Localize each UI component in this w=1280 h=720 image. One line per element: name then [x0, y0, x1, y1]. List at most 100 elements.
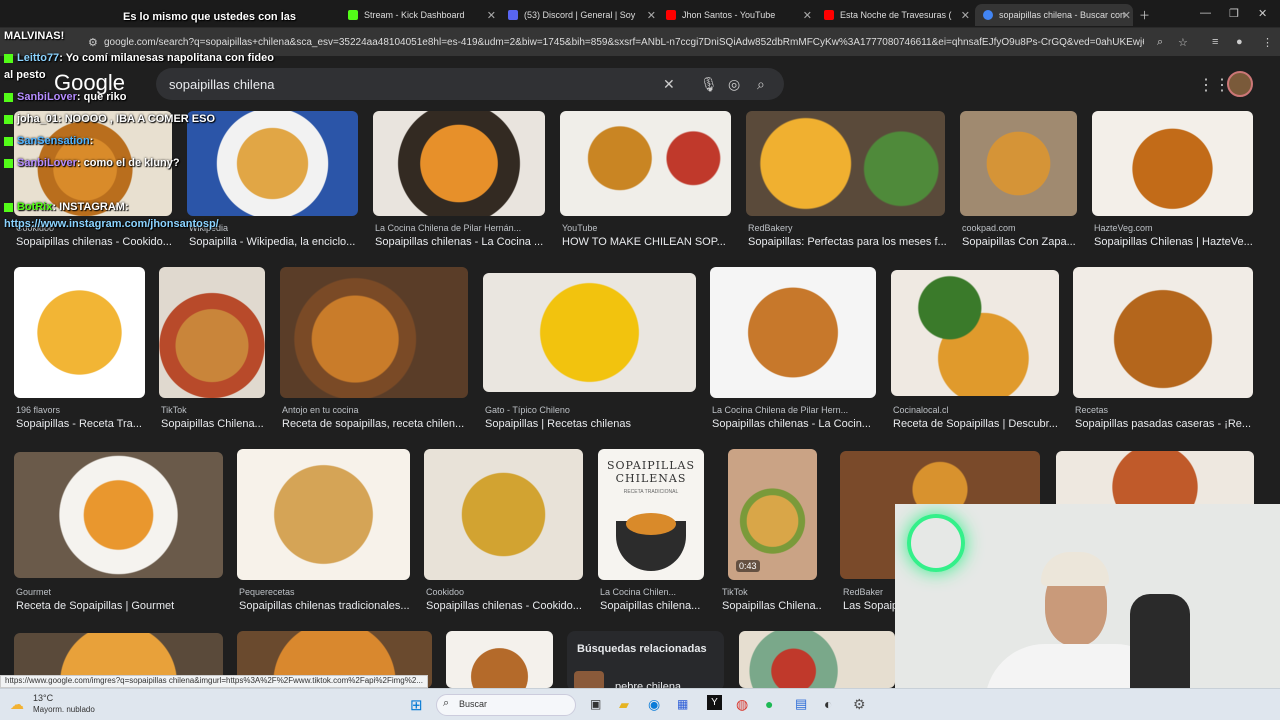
- result-image[interactable]: [280, 267, 468, 398]
- maximize-button[interactable]: ❐: [1229, 7, 1239, 20]
- profile-icon[interactable]: ●: [1236, 36, 1243, 48]
- tab-google-search[interactable]: sopaipillas chilena - Buscar con ✕: [975, 4, 1133, 26]
- result-source[interactable]: HazteVeg.com: [1094, 223, 1252, 233]
- result-source[interactable]: Cocinalocal.cl: [893, 405, 1059, 415]
- result-image[interactable]: [373, 111, 545, 216]
- result-title[interactable]: Sopaipillas chilenas - Cookido...: [16, 236, 176, 248]
- result-source[interactable]: Gourmet: [16, 587, 221, 597]
- result-image[interactable]: [1056, 451, 1254, 511]
- close-icon[interactable]: ✕: [1122, 9, 1131, 22]
- result-image[interactable]: [187, 111, 358, 216]
- result-source[interactable]: Antojo en tu cocina: [282, 405, 468, 415]
- weather-temp[interactable]: 13°C: [33, 693, 53, 703]
- result-title[interactable]: Sopaipillas Chilena...: [161, 418, 267, 430]
- search-input[interactable]: sopaipillas chilena: [169, 77, 275, 92]
- site-info-icon[interactable]: ⚙: [88, 36, 98, 49]
- result-image[interactable]: [14, 452, 223, 578]
- store-icon[interactable]: ▦: [677, 697, 688, 711]
- extensions-icon[interactable]: ≡: [1212, 36, 1218, 48]
- result-source[interactable]: La Cocina Chilena de Pilar Hernán...: [375, 223, 543, 233]
- result-title[interactable]: Sopaipillas | Recetas chilenas: [485, 418, 696, 430]
- result-source[interactable]: Pequerecetas: [239, 587, 409, 597]
- result-image[interactable]: [710, 267, 876, 398]
- new-tab-button[interactable]: ＋: [1139, 7, 1150, 23]
- result-image[interactable]: [1092, 111, 1253, 216]
- result-title[interactable]: Sopaipillas Chilena...: [722, 600, 822, 612]
- result-title[interactable]: Sopaipilla - Wikipedia, la enciclo...: [189, 236, 359, 248]
- apps-grid-icon[interactable]: ⋮⋮: [1198, 75, 1230, 95]
- lens-icon[interactable]: ◎: [728, 76, 740, 93]
- result-title[interactable]: Receta de Sopaipillas | Descubr...: [893, 418, 1059, 430]
- result-image[interactable]: [739, 631, 895, 688]
- tab-youtube-2[interactable]: Esta Noche de Travesuras (✕: [824, 4, 972, 26]
- result-image[interactable]: [483, 273, 696, 392]
- search-icon[interactable]: ⌕: [757, 76, 765, 93]
- result-source[interactable]: RedBakery: [748, 223, 943, 233]
- result-title[interactable]: Las Sopaip: [843, 600, 895, 612]
- result-title[interactable]: Sopaipillas Con Zapa...: [962, 236, 1079, 248]
- result-image[interactable]: [746, 111, 945, 216]
- clear-icon[interactable]: ✕: [663, 76, 675, 93]
- tab-discord[interactable]: (53) Discord | General | Soy ✕: [508, 4, 658, 26]
- zoom-icon[interactable]: ⌕: [1157, 36, 1163, 49]
- result-image[interactable]: [1073, 267, 1253, 398]
- taskbar-search[interactable]: [436, 694, 576, 716]
- bookmark-star-icon[interactable]: ☆: [1178, 36, 1188, 49]
- chrome-icon[interactable]: ◍: [736, 696, 748, 713]
- result-source[interactable]: TikTok: [161, 405, 265, 415]
- result-image[interactable]: [159, 267, 265, 398]
- result-title[interactable]: Sopaipillas: Perfectas para los meses f.…: [748, 236, 946, 248]
- result-title[interactable]: Receta de Sopaipillas | Gourmet: [16, 600, 223, 612]
- result-image-book[interactable]: SOPAIPILLAS CHILENAS RECETA TRADICIONAL: [598, 449, 704, 580]
- result-title[interactable]: Sopaipillas - Receta Tra...: [16, 418, 148, 430]
- url-field[interactable]: google.com/search?q=sopaipillas+chilena&…: [104, 37, 1144, 48]
- taskview-icon[interactable]: ▣: [590, 697, 601, 711]
- spotify-icon[interactable]: ●: [765, 696, 773, 712]
- result-title[interactable]: Sopaipillas chilena...: [600, 600, 706, 612]
- result-source[interactable]: Cookidoo: [426, 587, 583, 597]
- result-title[interactable]: Sopaipillas chilenas tradicionales...: [239, 600, 411, 612]
- close-icon[interactable]: ✕: [487, 9, 496, 22]
- obs-icon[interactable]: ◐: [824, 696, 832, 712]
- result-image[interactable]: [424, 449, 583, 580]
- notepad-icon[interactable]: ▤: [795, 696, 807, 712]
- result-image[interactable]: [960, 111, 1077, 216]
- file-explorer-icon[interactable]: ▰: [619, 697, 629, 713]
- yahoo-icon[interactable]: Y: [707, 695, 722, 710]
- microphone-icon[interactable]: 🎙: [700, 76, 718, 93]
- result-title[interactable]: Sopaipillas pasadas caseras - ¡Re...: [1075, 418, 1255, 430]
- result-title[interactable]: Sopaipillas Chilenas | HazteVe...: [1094, 236, 1254, 248]
- result-image[interactable]: [891, 270, 1059, 396]
- close-icon[interactable]: ✕: [647, 9, 656, 22]
- result-title[interactable]: Sopaipillas chilenas - La Cocin...: [712, 418, 878, 430]
- weather-desc[interactable]: Mayorm. nublado: [33, 705, 95, 714]
- result-source[interactable]: TikTok: [722, 587, 818, 597]
- result-title[interactable]: Sopaipillas chilenas - Cookido...: [426, 600, 585, 612]
- result-image[interactable]: [14, 267, 145, 398]
- tab-youtube[interactable]: Jhon Santos - YouTube ✕: [666, 4, 814, 26]
- windows-start-icon[interactable]: ⊞: [410, 696, 423, 714]
- result-image[interactable]: [446, 631, 553, 688]
- close-icon[interactable]: ✕: [961, 9, 970, 22]
- avatar[interactable]: [1227, 71, 1253, 97]
- result-title[interactable]: Sopaipillas chilenas - La Cocina ...: [375, 236, 547, 248]
- result-source[interactable]: 196 flavors: [16, 405, 144, 415]
- result-image[interactable]: [560, 111, 731, 216]
- result-source[interactable]: YouTube: [562, 223, 727, 233]
- settings-icon[interactable]: ⚙: [853, 696, 866, 713]
- result-image[interactable]: 0:43: [728, 449, 817, 580]
- result-source[interactable]: La Cocina Chilena de Pilar Hern...: [712, 405, 875, 415]
- close-icon[interactable]: ✕: [803, 9, 812, 22]
- result-source[interactable]: RedBaker: [843, 587, 895, 597]
- menu-icon[interactable]: ⋮: [1262, 36, 1273, 49]
- result-source[interactable]: Gato - Típico Chileno: [485, 405, 696, 415]
- result-source[interactable]: La Cocina Chilen...: [600, 587, 704, 597]
- edge-icon[interactable]: ◉: [648, 696, 660, 713]
- result-source[interactable]: Recetas: [1075, 405, 1253, 415]
- result-title[interactable]: Receta de sopaipillas, receta chilen...: [282, 418, 470, 430]
- result-source[interactable]: cookpad.com: [962, 223, 1077, 233]
- close-window-button[interactable]: ✕: [1258, 7, 1267, 20]
- tab-kick[interactable]: Stream - Kick Dashboard ✕: [348, 4, 498, 26]
- minimize-button[interactable]: —: [1200, 7, 1211, 19]
- result-image[interactable]: [237, 449, 410, 580]
